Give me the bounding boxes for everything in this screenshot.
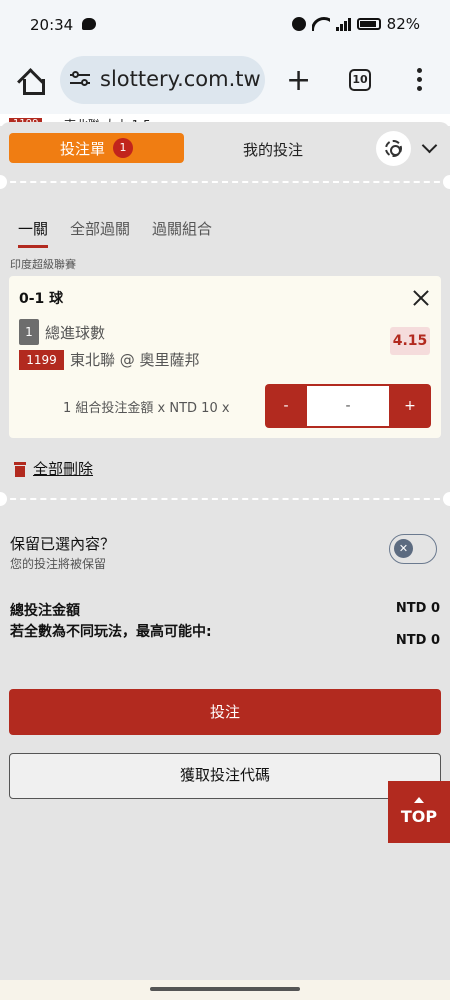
max-payout-value: NTD 0 — [395, 633, 440, 648]
stake-stepper: - - + — [265, 384, 431, 428]
odds-value: 4.15 — [390, 327, 430, 355]
tab-all-parlay[interactable]: 全部過關 — [70, 218, 130, 248]
tab-switcher-button[interactable]: 10 — [349, 69, 371, 91]
back-to-top-button[interactable]: TOP — [388, 781, 450, 843]
browser-toolbar: slottery.com.tw + 10 — [0, 50, 450, 114]
tab-parlay-combo[interactable]: 過關組合 — [152, 218, 212, 248]
divider-notch-left — [0, 175, 7, 189]
status-icons: 82% — [291, 15, 420, 33]
bet-count-badge: 1 — [113, 138, 133, 158]
arrow-up-icon — [414, 797, 424, 803]
decrease-stake-button[interactable]: - — [265, 384, 307, 428]
chevron-down-icon[interactable] — [421, 137, 438, 154]
more-menu-icon[interactable] — [417, 68, 423, 94]
trash-icon[interactable] — [14, 462, 26, 477]
increase-stake-button[interactable]: + — [389, 384, 431, 428]
battery-icon — [356, 18, 381, 30]
total-stake-label: 總投注金額 — [10, 603, 80, 619]
delete-all-link[interactable]: 全部刪除 — [33, 458, 93, 479]
leg-number-badge: 1 — [19, 319, 39, 345]
bet-card: 0-1 球 1 總進球數 4.15 1199 東北聯 @ 奧里薩邦 1 組合投注… — [9, 276, 441, 438]
divider-notch-right — [443, 492, 450, 506]
new-tab-icon[interactable]: + — [286, 66, 311, 96]
market-name: 總進球數 — [45, 324, 106, 342]
signal-icon — [335, 17, 351, 31]
chat-notification-icon — [82, 18, 96, 30]
stake-label: 1 組合投注金額 x NTD 10 x — [63, 401, 230, 416]
status-time: 20:34 — [30, 16, 74, 34]
top-label: TOP — [400, 807, 438, 826]
address-bar[interactable]: slottery.com.tw — [60, 56, 265, 104]
settings-gear-icon[interactable] — [376, 131, 411, 166]
divider-notch-left — [0, 492, 7, 506]
tab-single[interactable]: 一關 — [18, 218, 49, 248]
url-text: slottery.com.tw — [100, 67, 261, 91]
league-name: 印度超級聯賽 — [10, 258, 76, 271]
keep-selection-subtitle: 您的投注將被保留 — [10, 557, 107, 571]
divider — [0, 181, 450, 183]
selection-name: 0-1 球 — [19, 291, 64, 307]
match-id-badge: 1199 — [19, 350, 64, 370]
close-icon[interactable] — [413, 290, 429, 306]
tab-my-bets[interactable]: 我的投注 — [243, 139, 303, 160]
bet-slip-panel: 投注單 1 我的投注 一關 全部過關 過關組合 印度超級聯賽 0-1 球 1 總… — [0, 122, 450, 980]
site-settings-icon[interactable] — [70, 70, 90, 88]
stake-input[interactable]: - — [307, 386, 389, 426]
battery-percent: 82% — [386, 15, 420, 33]
keep-selection-title: 保留已選內容？ — [10, 535, 116, 553]
status-bar: 20:34 82% — [0, 0, 450, 50]
bet-type-tabs: 一關 全部過關 過關組合 — [18, 218, 212, 248]
bet-slip-label: 投注單 — [59, 139, 105, 158]
match-name: 東北聯 @ 奧里薩邦 — [70, 351, 200, 369]
wifi-icon — [311, 17, 330, 31]
alarm-icon — [291, 17, 306, 31]
max-payout-label: 若全數為不同玩法，最高可能中: — [10, 624, 212, 640]
system-nav-bar — [0, 980, 450, 1000]
gesture-handle[interactable] — [150, 987, 300, 991]
toggle-off-icon: ✕ — [394, 539, 413, 558]
keep-selection-toggle[interactable]: ✕ — [389, 534, 437, 564]
home-icon[interactable] — [18, 68, 45, 95]
total-stake-value: NTD 0 — [395, 601, 440, 616]
divider — [0, 498, 450, 500]
place-bet-button[interactable]: 投注 — [9, 689, 441, 735]
get-bet-code-button[interactable]: 獲取投注代碼 — [9, 753, 441, 799]
tab-bet-slip[interactable]: 投注單 1 — [9, 133, 184, 163]
divider-notch-right — [443, 175, 450, 189]
